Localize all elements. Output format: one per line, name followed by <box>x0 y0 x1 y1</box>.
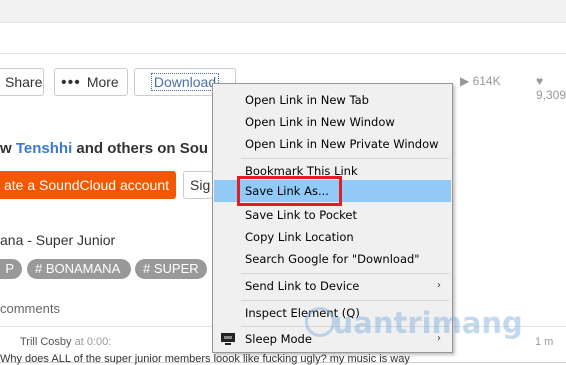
menu-item-search-google[interactable]: Search Google for "Download" <box>214 248 451 270</box>
comment-author[interactable]: Trill Cosby <box>20 336 72 348</box>
comment-colon: : <box>108 336 112 348</box>
like-count-value: 9,309 <box>536 88 566 102</box>
menu-item-open-new-tab[interactable]: Open Link in New Tab <box>214 89 451 111</box>
comment-age: 1 m <box>535 336 554 348</box>
tag-pill[interactable]: # SUPER <box>135 259 207 279</box>
tag-pill[interactable]: # BONAMANA <box>27 259 131 279</box>
track-title: ana - Super Junior <box>0 232 116 248</box>
submenu-arrow-icon: › <box>437 280 441 291</box>
annotation-highlight-box <box>237 176 342 206</box>
menu-item-open-new-window[interactable]: Open Link in New Window <box>214 111 451 133</box>
follow-banner-text: w Tenshhi and others on Sou <box>0 140 208 157</box>
send-to-device-label: Send Link to Device <box>245 279 360 293</box>
browser-page: Share ••• More Download ▶ 614K ♥ 9,309 w … <box>0 0 566 365</box>
sign-in-label: Sig <box>190 177 211 193</box>
comments-count: comments <box>0 301 60 316</box>
menu-item-save-to-pocket[interactable]: Save Link to Pocket <box>214 204 451 226</box>
tag-pill[interactable]: P <box>0 259 22 279</box>
play-count-value: 614K <box>472 74 501 88</box>
comment-body: Why does ALL of the super junior members… <box>0 353 410 365</box>
watermark-text: Quantrimang <box>308 306 523 340</box>
top-band <box>0 0 566 54</box>
comment-at: at <box>71 336 87 348</box>
heart-icon: ♥ <box>536 74 544 88</box>
like-count: ♥ 9,309 <box>536 74 566 102</box>
follow-suffix: and others on Sou <box>72 140 209 157</box>
tag-label: # BONAMANA <box>35 261 121 276</box>
follow-prefix: w <box>0 140 16 157</box>
menu-item-copy-link-location[interactable]: Copy Link Location <box>214 226 451 248</box>
sleep-mode-label: Sleep Mode <box>245 332 312 346</box>
watermark-label: uantrimang <box>332 306 523 340</box>
menu-separator <box>241 158 449 159</box>
menu-item-open-private-window[interactable]: Open Link in New Private Window <box>214 133 451 155</box>
tag-label: P <box>5 261 14 276</box>
download-label: Download <box>150 73 220 91</box>
create-account-button[interactable]: ate a SoundCloud account <box>0 171 176 199</box>
more-dots-icon: ••• <box>61 74 81 91</box>
play-icon: ▶ <box>460 74 470 88</box>
share-label: Share <box>5 74 43 90</box>
menu-separator <box>241 300 449 301</box>
more-label: More <box>86 74 119 90</box>
sign-in-button[interactable]: Sig <box>183 171 213 199</box>
create-account-label: ate a SoundCloud account <box>4 177 170 193</box>
comment-timestamp[interactable]: 0:00 <box>87 336 108 348</box>
play-count: ▶ 614K <box>460 74 501 88</box>
follow-user-link[interactable]: Tenshhi <box>16 140 72 157</box>
menu-item-send-to-device[interactable]: Send Link to Device › <box>214 275 451 297</box>
more-button[interactable]: ••• More <box>54 68 128 96</box>
tag-label: # SUPER <box>143 261 199 276</box>
menu-separator <box>241 273 449 274</box>
comment-author-line: Trill Cosby at 0:00: <box>20 336 111 348</box>
sleep-mode-icon <box>221 333 235 345</box>
top-strip <box>0 22 566 54</box>
share-button[interactable]: Share <box>0 68 44 96</box>
